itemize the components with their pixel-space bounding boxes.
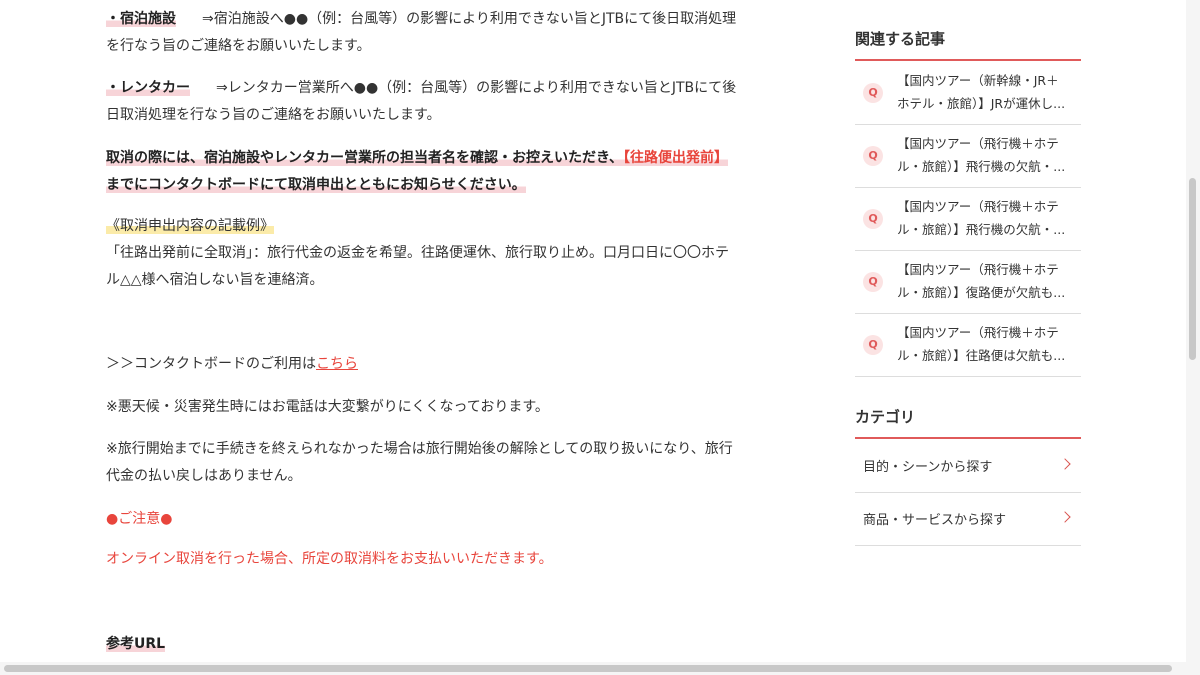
related-article-title: 【国内ツアー（飛行機＋ホテ ル・旅館）】飛行機の欠航・... [897, 199, 1066, 237]
chevron-right-icon [1059, 458, 1071, 470]
horizontal-scrollbar-thumb[interactable] [4, 665, 1172, 672]
paragraph-example: 《取消申出内容の記載例》 「往路出発前に全取消」：旅行代金の返金を希望。往路便運… [106, 213, 776, 294]
cancel-deadline: 【往路便出発前】 [623, 150, 729, 166]
related-articles-list: Q 【国内ツアー（新幹線・JR＋ ホテル・旅館）】JRが運休し... Q 【国内… [855, 62, 1081, 377]
related-article-item[interactable]: Q 【国内ツアー（飛行機＋ホテ ル・旅館）】飛行機の欠航・... [855, 188, 1081, 251]
q-badge-icon: Q [863, 209, 883, 229]
example-line1: 「往路出発前に全取消」：旅行代金の返金を希望。往路便運休、旅行取り止め。口月口日… [106, 245, 729, 261]
caution-heading: ●ご注意● [106, 511, 173, 527]
q-badge-icon: Q [863, 335, 883, 355]
caution-text: オンライン取消を行った場合、所定の取消料をお支払いいただきます。 [106, 551, 553, 567]
paragraph-rentacar: ・レンタカー ⇒レンタカー営業所へ●●（例：台風等）の影響により利用できない旨とJ… [106, 75, 776, 129]
page: ・宿泊施設 ⇒宿泊施設へ●●（例：台風等）の影響により利用できない旨とJTBにて後… [0, 0, 1186, 662]
horizontal-scrollbar[interactable] [0, 662, 1186, 675]
related-article-item[interactable]: Q 【国内ツアー（飛行機＋ホテ ル・旅館）】飛行機の欠航・... [855, 125, 1081, 188]
example-heading: 《取消申出内容の記載例》 [106, 218, 274, 234]
category-item-purpose[interactable]: 目的・シーンから探す [855, 440, 1081, 493]
vertical-scrollbar[interactable] [1186, 0, 1200, 675]
related-article-item[interactable]: Q 【国内ツアー（飛行機＋ホテ ル・旅館）】復路便が欠航も... [855, 251, 1081, 314]
reference-url-heading: 参考URL [106, 636, 166, 652]
rentacar-label: ・レンタカー [106, 80, 190, 96]
cancel-text-line1: 取消の際には、宿泊施設やレンタカー営業所の担当者名を確認・お控えいただき、 [106, 150, 624, 166]
q-badge-icon: Q [863, 272, 883, 292]
related-articles-heading: 関連する記事 [855, 28, 1081, 61]
related-article-title: 【国内ツアー（飛行機＋ホテ ル・旅館）】飛行機の欠航・... [897, 136, 1066, 174]
chevron-right-icon [1059, 511, 1071, 523]
category-item-products[interactable]: 商品・サービスから探す [855, 493, 1081, 546]
hotel-label: ・宿泊施設 [106, 11, 176, 27]
note-phone: ※悪天候・災害発生時にはお電話は大変繋がりにくくなっております。 [106, 399, 549, 415]
contact-board-link[interactable]: こちら [316, 356, 358, 372]
related-article-item[interactable]: Q 【国内ツアー（飛行機＋ホテ ル・旅館）】往路便は欠航も... [855, 314, 1081, 377]
rentacar-text-line1: ⇒レンタカー営業所へ●●（例：台風等）の影響により利用できない旨とJTBにて後 [216, 80, 737, 96]
q-badge-icon: Q [863, 83, 883, 103]
cancel-text-line2: までにコンタクトボードにて取消申出とともにお知らせください。 [106, 177, 526, 193]
note-refund-line1: ※旅行開始までに手続きを終えられなかった場合は旅行開始後の解除としての取り扱いに… [106, 441, 733, 457]
category-label: 商品・サービスから探す [863, 513, 1007, 528]
paragraph-hotel: ・宿泊施設 ⇒宿泊施設へ●●（例：台風等）の影響により利用できない旨とJTBにて後… [106, 6, 776, 60]
category-list: 目的・シーンから探す 商品・サービスから探す [855, 440, 1081, 546]
category-heading: カテゴリ [855, 406, 1081, 439]
hotel-text-line2: を行なう旨のご連絡をお願いいたします。 [106, 38, 371, 54]
example-line2: ル△△様へ宿泊しない旨を連絡済。 [106, 272, 324, 288]
note-refund: ※旅行開始までに手続きを終えられなかった場合は旅行開始後の解除としての取り扱いに… [106, 436, 776, 490]
category-label: 目的・シーンから探す [863, 460, 993, 475]
paragraph-contact: ＞＞コンタクトボードのご利用はこちら [106, 351, 776, 378]
rentacar-text-line2: 日取消処理を行なう旨のご連絡をお願いいたします。 [106, 107, 441, 123]
paragraph-cancel-instructions: 取消の際には、宿泊施設やレンタカー営業所の担当者名を確認・お控えいただき、【往路… [106, 145, 776, 199]
related-article-item[interactable]: Q 【国内ツアー（新幹線・JR＋ ホテル・旅館）】JRが運休し... [855, 62, 1081, 125]
contact-prefix: ＞＞コンタクトボードのご利用は [106, 356, 316, 372]
related-article-title: 【国内ツアー（飛行機＋ホテ ル・旅館）】復路便が欠航も... [897, 262, 1066, 300]
related-article-title: 【国内ツアー（飛行機＋ホテ ル・旅館）】往路便は欠航も... [897, 325, 1066, 363]
related-article-title: 【国内ツアー（新幹線・JR＋ ホテル・旅館）】JRが運休し... [897, 73, 1066, 111]
hotel-text-line1: ⇒宿泊施設へ●●（例：台風等）の影響により利用できない旨とJTBにて後日取消処理 [202, 11, 737, 27]
q-badge-icon: Q [863, 146, 883, 166]
note-refund-line2: 代金の払い戻しはありません。 [106, 468, 302, 484]
vertical-scrollbar-thumb[interactable] [1189, 178, 1196, 360]
